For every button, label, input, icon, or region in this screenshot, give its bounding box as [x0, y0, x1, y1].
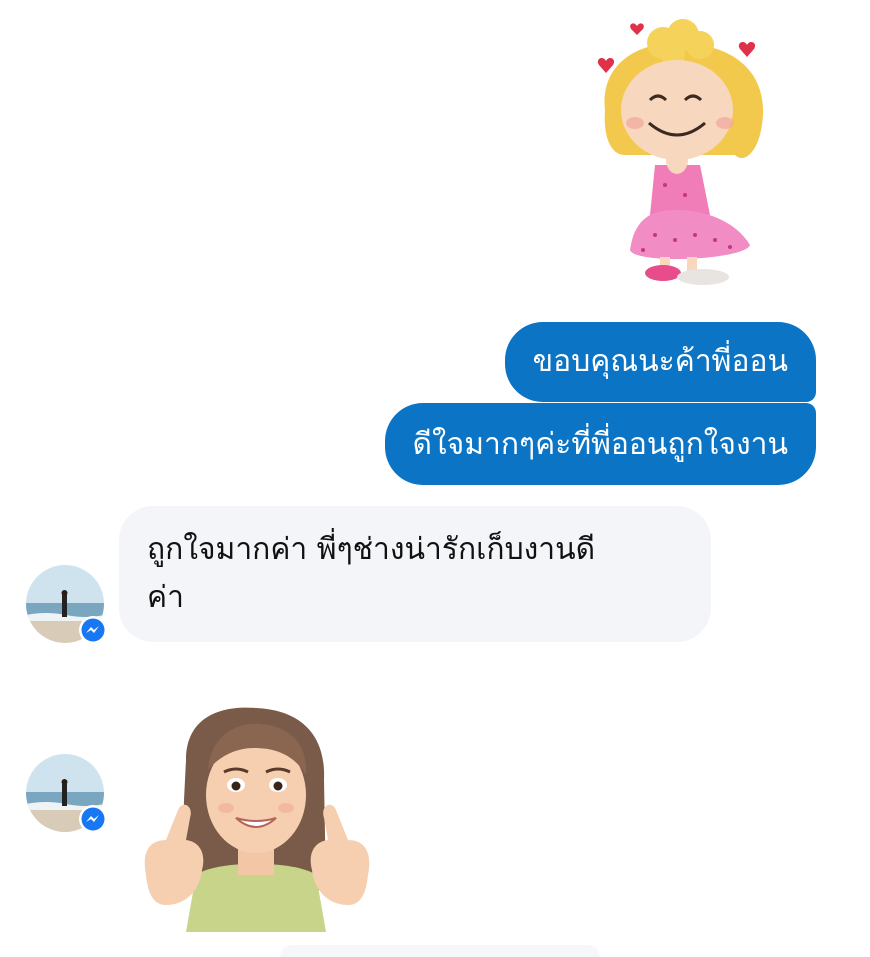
message-text: ดีใจมากๆค่ะที่พี่ออนถูกใจงาน: [412, 427, 788, 462]
message-text-line: ถูกใจมากค่า พี่ๆช่างน่ารักเก็บงานดี: [147, 532, 596, 567]
chat-thread: ขอบคุณนะค้าพี่ออน ดีใจมากๆค่ะที่พี่ออนถู…: [0, 0, 870, 957]
message-text: ขอบคุณนะค้าพี่ออน: [532, 344, 788, 379]
outgoing-message[interactable]: ขอบคุณนะค้าพี่ออน: [504, 322, 816, 402]
sally-sticker[interactable]: [585, 15, 770, 290]
message-text-line: ค่า: [147, 580, 184, 615]
memoji-thumbs-up-art: [144, 707, 370, 932]
messenger-icon: [79, 616, 107, 644]
avatar[interactable]: [26, 754, 107, 834]
messenger-icon: [79, 805, 107, 833]
sally-sticker-art: [597, 19, 764, 285]
scroll-indicator: [280, 945, 600, 957]
avatar[interactable]: [26, 565, 107, 645]
memoji-sticker[interactable]: [126, 700, 388, 932]
outgoing-message[interactable]: ดีใจมากๆค่ะที่พี่ออนถูกใจงาน: [384, 403, 816, 485]
incoming-message[interactable]: ถูกใจมากค่า พี่ๆช่างน่ารักเก็บงานดี ค่า: [119, 506, 711, 642]
